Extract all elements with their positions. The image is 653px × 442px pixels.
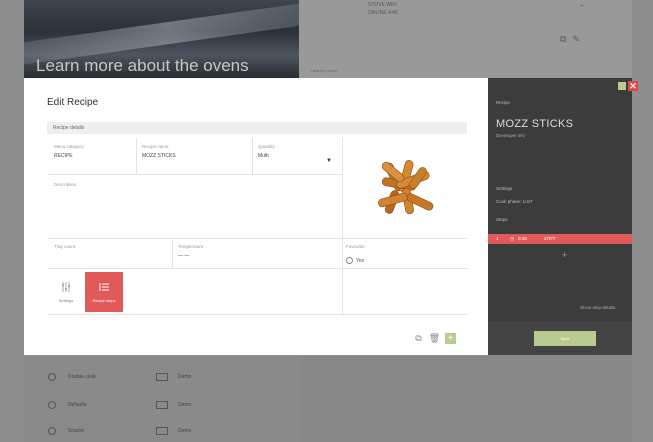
divider (342, 138, 343, 316)
status-text: ONLINE 4:45 (368, 10, 398, 16)
tile-label: Settings (58, 298, 74, 303)
folder-icon (156, 427, 168, 435)
background-toolbar: ⧉ ✎ (560, 34, 580, 45)
step-number: 1 (496, 236, 499, 241)
close-icon[interactable]: ✕ (628, 81, 638, 91)
copy-icon[interactable]: ⧉ (560, 34, 566, 45)
folder-label: Demo (178, 374, 192, 380)
settings-label: Settings (496, 186, 513, 191)
timer-icon: ◷ (510, 236, 514, 241)
edit-icon[interactable]: ✎ (572, 34, 580, 45)
section-header: Recipe details (47, 122, 467, 134)
step-temperature: 270°F (544, 236, 557, 241)
folder-icon (156, 373, 168, 381)
divider (47, 238, 467, 239)
folder-label: Demo (178, 402, 192, 408)
status-text: STOVE WIFI (368, 2, 397, 8)
copy-icon[interactable]: ⧉ (413, 333, 424, 344)
list-item-label: Defaults (68, 402, 87, 408)
list-item[interactable]: Double cook Demo (24, 366, 299, 388)
divider (136, 138, 137, 174)
folder-icon (156, 401, 168, 409)
radio-icon[interactable] (48, 373, 56, 381)
divider (47, 174, 342, 175)
chevron-up-icon[interactable]: ⌃ (578, 3, 586, 14)
field-label: Menu category (54, 144, 84, 149)
field-label: Description (54, 182, 77, 187)
menu-strip-label: Cleaning menu (310, 68, 337, 73)
divider (47, 314, 467, 315)
field-label: Recipe name (142, 144, 169, 149)
field-label: Quantity (258, 144, 275, 149)
hero-banner[interactable]: Learn more about the ovens (24, 0, 299, 78)
recipe-steps-tab-button[interactable]: Recipe steps (85, 272, 123, 312)
save-button[interactable]: Save (534, 331, 596, 346)
step-time: 0:45 (518, 236, 527, 241)
hero-title: Learn more about the ovens (36, 56, 249, 75)
sliders-icon (60, 280, 72, 292)
tile-label: Recipe steps (92, 298, 116, 303)
background-list: Double cook Demo Defaults Demo Snacks De… (24, 356, 299, 442)
field-value: — — (178, 253, 190, 259)
caret-down-icon[interactable]: ▼ (326, 158, 332, 164)
panel-title: MOZZ STICKS (496, 118, 574, 130)
field-value: MOZZ STICKS (142, 153, 176, 159)
trash-icon[interactable]: 🗑 (429, 333, 440, 344)
menu-category-field[interactable]: Menu category RECIPE (54, 144, 134, 159)
recipe-photo[interactable] (370, 152, 440, 222)
favourite-checkbox[interactable] (346, 257, 353, 265)
add-button[interactable]: + (445, 333, 456, 344)
list-item[interactable]: Snacks Demo (24, 420, 299, 442)
section-header-label: Recipe details (53, 125, 85, 131)
settings-value: Cook phase: 1/4/7 (496, 199, 533, 204)
field-label: Temperature (178, 244, 204, 249)
checkbox-label: Yes (356, 257, 365, 264)
add-step-icon[interactable]: + (562, 250, 567, 260)
settings-tab-button[interactable]: Settings (47, 272, 85, 312)
edit-recipe-dialog: Edit Recipe Recipe details Menu category… (24, 78, 488, 355)
recipe-side-panel: ✕ Recipe MOZZ STICKS Developer info Sett… (488, 78, 638, 355)
dialog-actions: ⧉ 🗑 + (413, 333, 456, 344)
list-icon (98, 280, 110, 292)
list-item-label: Snacks (68, 428, 85, 434)
show-details-link[interactable]: Show step details (580, 305, 615, 310)
list-item-label: Double cook (68, 374, 96, 380)
radio-icon[interactable] (48, 401, 56, 409)
recipe-name-field[interactable]: Recipe name MOZZ STICKS (142, 144, 242, 159)
description-field[interactable]: Description (54, 182, 334, 234)
list-item[interactable]: Defaults Demo (24, 394, 299, 416)
step-row[interactable]: 1 ◷ 0:45 270°F (488, 234, 632, 244)
dialog-title: Edit Recipe (47, 97, 99, 108)
tray-count-field[interactable]: Tray count (54, 244, 164, 253)
field-label: Tray count (54, 244, 76, 249)
quantity-select[interactable]: Quantity Multi (258, 144, 338, 159)
field-value: RECIPE (54, 153, 73, 159)
panel-subtitle: Developer info (496, 133, 526, 138)
radio-icon[interactable] (48, 427, 56, 435)
field-label: Favourite (346, 244, 365, 249)
divider (252, 138, 253, 174)
temperature-field[interactable]: Temperature — — (178, 244, 298, 259)
divider (172, 240, 173, 268)
minimize-button[interactable] (618, 82, 626, 90)
divider (47, 268, 467, 269)
background-list-right (299, 356, 632, 442)
favourite-field: Favourite Yes (346, 244, 446, 270)
steps-label: Steps (496, 217, 508, 222)
folder-label: Demo (178, 428, 192, 434)
panel-label: Recipe (496, 100, 511, 105)
